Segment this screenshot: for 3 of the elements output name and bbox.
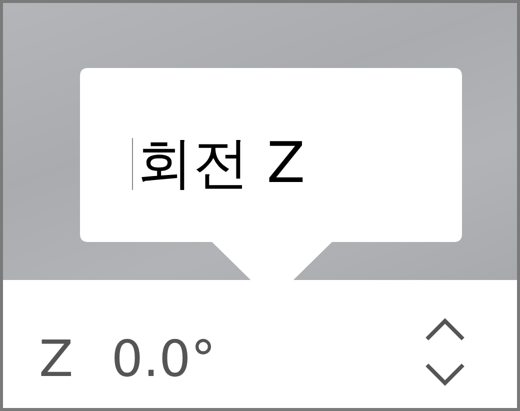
field-value: 0.0° xyxy=(111,329,217,388)
axis-label: Z xyxy=(39,329,74,388)
tooltip-text: 회전 Z xyxy=(137,130,306,198)
